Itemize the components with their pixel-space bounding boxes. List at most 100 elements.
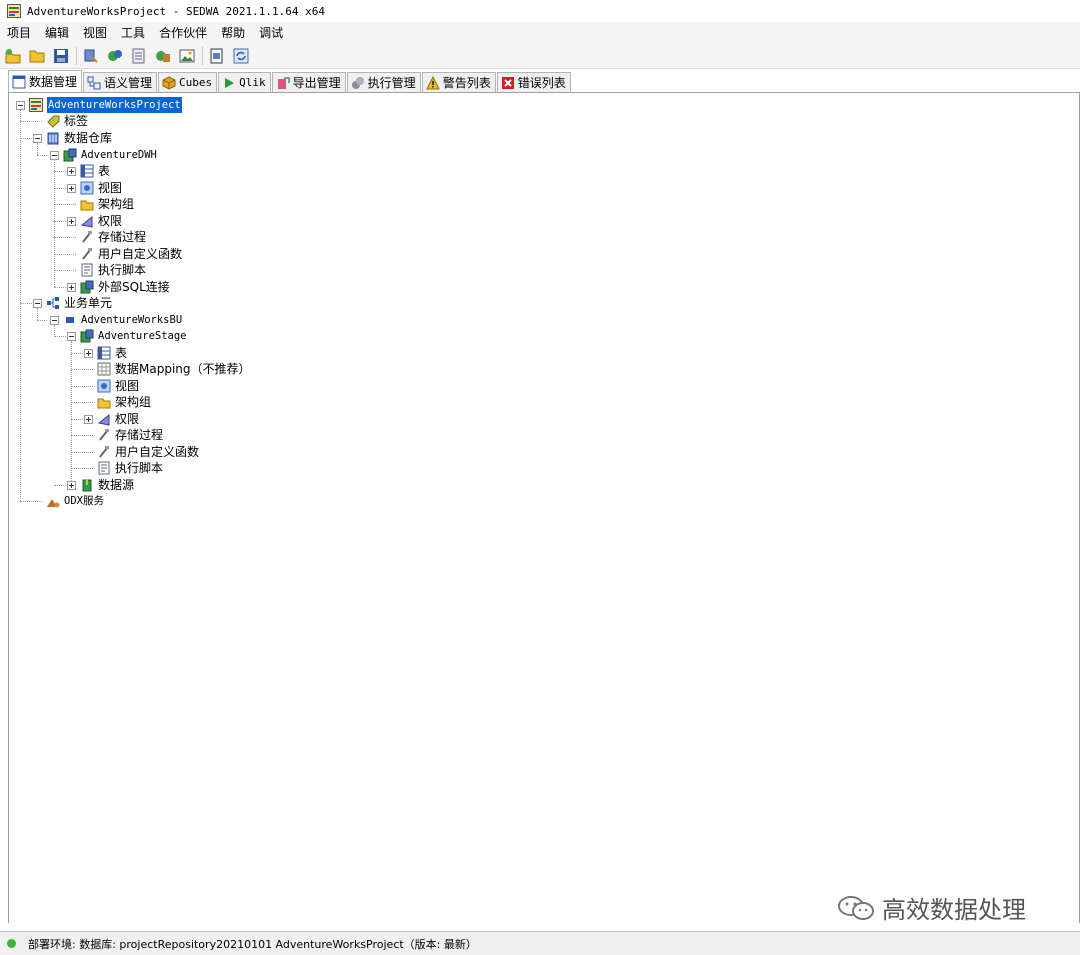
tab-label: 语义管理 [104,76,153,90]
tree-node-dwh-scripts[interactable]: 执行脚本 [80,262,146,278]
new-project-icon[interactable] [4,47,22,65]
tree-node-data-warehouse[interactable]: 数据仓库 [46,130,112,146]
menu-view[interactable]: 视图 [76,22,114,44]
expand-toggle[interactable] [67,184,76,193]
tree-label: AdventureWorksBU [81,314,183,326]
export-manage-icon [276,76,290,90]
watermark-text: 高效数据处理 [882,896,1026,924]
tab-strip: 数据管理 语义管理 Cubes Qlik 导出管理 执行管理 警告列表 错误列表 [8,70,1080,93]
save-icon[interactable] [52,47,70,65]
expand-toggle[interactable] [67,217,76,226]
tab-cubes[interactable]: Cubes [158,72,218,92]
tree-node-dwh-views[interactable]: 视图 [80,180,122,196]
image-icon[interactable] [178,47,196,65]
tree-label: 表 [98,164,111,178]
menu-tools[interactable]: 工具 [114,22,152,44]
menu-help[interactable]: 帮助 [214,22,252,44]
settings-icon[interactable] [154,47,172,65]
status-indicator-icon [7,939,16,948]
permission-icon [80,214,94,228]
expand-toggle[interactable] [84,349,93,358]
tree-node-business-units[interactable]: 业务单元 [46,295,112,311]
tree-node-project[interactable]: AdventureWorksProject [29,97,182,113]
tree-label: 架构组 [115,395,152,409]
menu-partners[interactable]: 合作伙伴 [152,22,214,44]
expand-toggle[interactable] [67,283,76,292]
collapse-toggle[interactable] [33,134,42,143]
tree-label: 视图 [115,379,140,393]
tree-node-stage-permissions[interactable]: 权限 [97,411,139,427]
tree-node-stage-schema-groups[interactable]: 架构组 [97,394,151,410]
tab-label: Cubes [179,76,213,89]
tree-label: 数据Mapping（不推荐） [115,362,251,376]
tree-label: AdventureWorksProject [47,97,182,113]
warehouse-icon [46,131,60,145]
tab-label: 数据管理 [29,75,78,89]
tab-label: 错误列表 [517,76,566,90]
document-icon[interactable] [130,47,148,65]
tree-node-adventurestage[interactable]: AdventureStage [80,328,187,344]
tree-label: 表 [115,346,128,360]
tree-node-stage-udf[interactable]: 用户自定义函数 [97,444,199,460]
tree-node-data-sources[interactable]: 数据源 [80,477,134,493]
tree-node-dwh-permissions[interactable]: 权限 [80,213,122,229]
error-icon [501,76,515,90]
semantic-icon [87,76,101,90]
tree-label: 架构组 [98,197,135,211]
tree-label: 存储过程 [98,230,147,244]
tree-node-adventuredwh[interactable]: AdventureDWH [63,147,157,163]
table-icon [80,164,94,178]
tree-node-odx-service[interactable]: ODX服务 [46,493,104,509]
tree-label: 视图 [98,181,123,195]
tree-node-dwh-udf[interactable]: 用户自定义函数 [80,246,182,262]
menu-debug[interactable]: 调试 [252,22,290,44]
menu-edit[interactable]: 编辑 [38,22,76,44]
function-icon [97,445,111,459]
data-management-panel: AdventureWorksProject 标签 数据仓库 AdventureD… [8,93,1080,923]
status-bar: 部署环境: 数据库: projectRepository20210101 Adv… [0,931,1080,955]
expand-toggle[interactable] [84,415,93,424]
tab-data-management[interactable]: 数据管理 [8,70,83,92]
tab-label: 警告列表 [442,76,491,90]
collapse-toggle[interactable] [50,151,59,160]
open-folder-icon[interactable] [28,47,46,65]
tree-node-dwh-stored-procedures[interactable]: 存储过程 [80,229,146,245]
collapse-toggle[interactable] [16,101,25,110]
collapse-toggle[interactable] [33,299,42,308]
tree-label: ODX服务 [64,495,104,507]
tab-error-list[interactable]: 错误列表 [496,72,571,92]
export-icon[interactable] [208,47,226,65]
tab-qlik[interactable]: Qlik [218,72,271,92]
tree-node-stage-mapping[interactable]: 数据Mapping（不推荐） [97,361,251,377]
tree-node-tags[interactable]: 标签 [46,113,88,129]
cube-icon [162,75,176,90]
collapse-toggle[interactable] [67,332,76,341]
tree-node-stage-views[interactable]: 视图 [97,378,139,394]
tree-node-stage-stored-procedures[interactable]: 存储过程 [97,427,163,443]
tree-node-adventureworksbu[interactable]: AdventureWorksBU [63,312,182,328]
view-icon [97,379,111,393]
tree-label: 数据源 [98,478,135,492]
deploy-icon[interactable] [82,47,100,65]
tree-node-dwh-schema-groups[interactable]: 架构组 [80,196,134,212]
tab-export-management[interactable]: 导出管理 [271,72,346,92]
tree-label: 业务单元 [64,296,113,310]
expand-toggle[interactable] [67,481,76,490]
refresh-icon[interactable] [232,47,250,65]
database-icon [80,329,94,343]
execute-icon[interactable] [106,47,124,65]
menu-bar: 项目 编辑 视图 工具 合作伙伴 帮助 调试 [0,22,1080,44]
script-icon [80,263,94,277]
collapse-toggle[interactable] [50,316,59,325]
tree-label: 权限 [115,412,140,426]
menu-project[interactable]: 项目 [0,22,38,44]
tab-warning-list[interactable]: 警告列表 [421,72,496,92]
tree-node-stage-scripts[interactable]: 执行脚本 [97,460,163,476]
expand-toggle[interactable] [67,167,76,176]
tree-node-dwh-external-sql[interactable]: 外部SQL连接 [80,279,170,295]
warning-icon [425,75,440,90]
tab-semantic-management[interactable]: 语义管理 [83,72,158,92]
tab-execute-management[interactable]: 执行管理 [346,72,421,92]
tree-node-stage-tables[interactable]: 表 [97,345,127,361]
tree-node-dwh-tables[interactable]: 表 [80,163,110,179]
